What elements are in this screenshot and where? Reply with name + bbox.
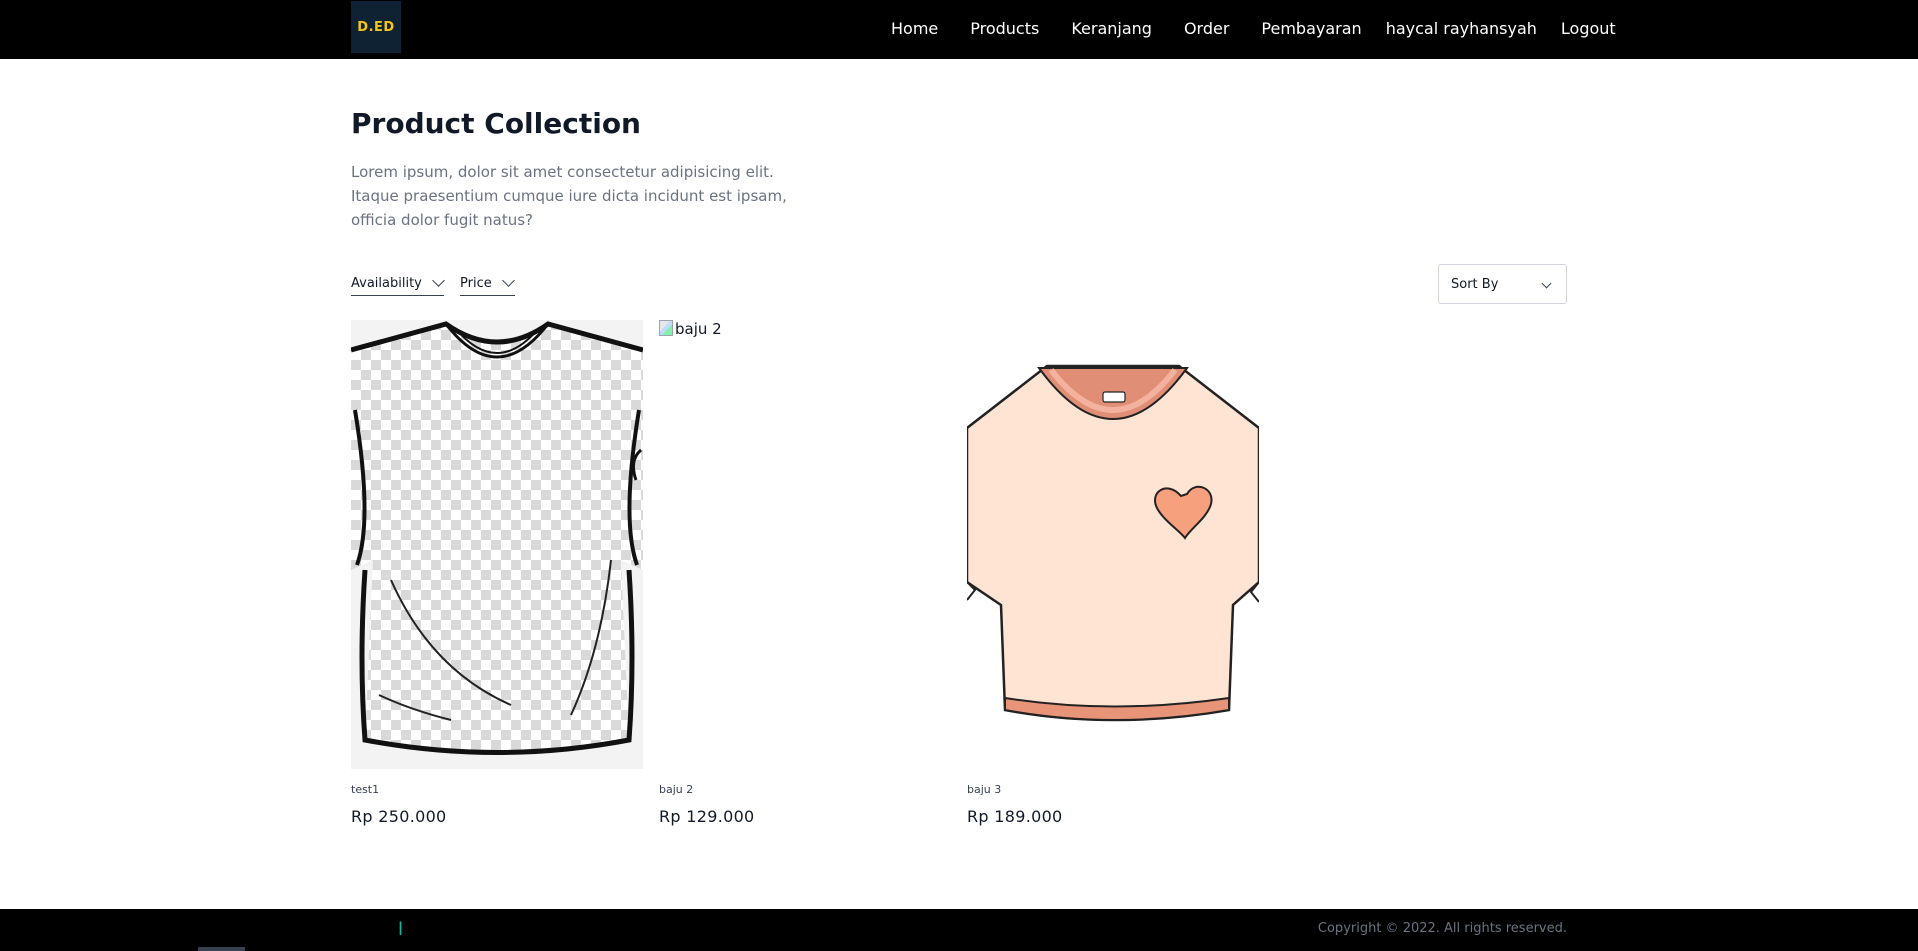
footer: l Copyright © 2022. All rights reserved. <box>0 909 1918 951</box>
product-price: Rp 129.000 <box>659 807 755 826</box>
nav-logout[interactable]: Logout <box>1561 19 1616 38</box>
top-navbar: D.ED Home Products Keranjang Order Pemba… <box>0 0 1918 59</box>
footer-mark: l <box>398 919 404 940</box>
copyright-text: Copyright © 2022. All rights reserved. <box>1317 921 1567 936</box>
sort-by-label: Sort By <box>1451 276 1499 292</box>
price-filter-label: Price <box>460 275 492 291</box>
availability-filter-label: Availability <box>351 275 422 291</box>
product-image[interactable] <box>351 320 643 769</box>
nav-user[interactable]: haycal rayhansyah <box>1386 19 1537 38</box>
main-nav: Home Products Keranjang Order Pembayaran… <box>880 0 1616 56</box>
product-image-broken[interactable]: baju 2 <box>659 320 951 769</box>
product-name[interactable]: baju 2 <box>659 783 693 796</box>
product-price: Rp 250.000 <box>351 807 447 826</box>
page-description: Lorem ipsum, dolor sit amet consectetur … <box>351 163 787 229</box>
product-card[interactable]: test1 Rp 250.000 <box>351 320 643 826</box>
chevron-down-icon <box>431 274 445 287</box>
product-price: Rp 189.000 <box>967 807 1063 826</box>
nav-pembayaran[interactable]: Pembayaran <box>1261 19 1361 38</box>
product-name[interactable]: baju 3 <box>967 783 1001 796</box>
product-card[interactable]: baju 3 Rp 189.000 <box>967 320 1259 826</box>
product-image-alt: baju 2 <box>675 320 722 338</box>
chevron-down-icon <box>501 274 515 287</box>
page-title: Product Collection <box>351 107 641 140</box>
chevron-down-icon <box>1541 278 1552 289</box>
sort-by-select[interactable]: Sort By <box>1438 264 1567 304</box>
logo-text: D.ED <box>357 19 395 35</box>
broken-image-icon <box>659 320 673 336</box>
nav-keranjang[interactable]: Keranjang <box>1071 19 1152 38</box>
nav-order[interactable]: Order <box>1184 19 1229 38</box>
scrollbar-thumb[interactable] <box>198 947 245 951</box>
nav-home[interactable]: Home <box>891 19 938 38</box>
availability-filter[interactable]: Availability <box>351 271 445 296</box>
price-filter[interactable]: Price <box>460 271 515 296</box>
product-card[interactable]: baju 2 baju 2 Rp 129.000 <box>659 320 951 826</box>
product-name[interactable]: test1 <box>351 783 379 796</box>
brand-logo[interactable]: D.ED <box>351 1 401 53</box>
product-image[interactable] <box>967 320 1259 769</box>
nav-products[interactable]: Products <box>970 19 1039 38</box>
